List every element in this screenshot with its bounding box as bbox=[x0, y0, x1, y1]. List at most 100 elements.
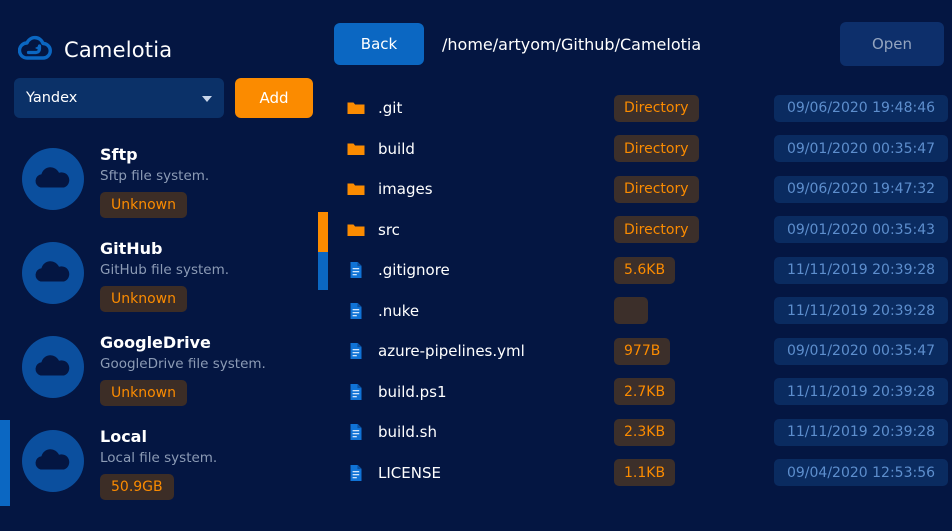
table-row[interactable]: build Directory 09/01/2020 00:35:47 bbox=[338, 129, 952, 170]
open-button[interactable]: Open bbox=[840, 22, 944, 66]
file-icon bbox=[347, 383, 365, 401]
file-date-cell: 09/04/2020 12:53:56 bbox=[774, 459, 952, 487]
provider-info: Sftp Sftp file system. Unknown bbox=[100, 138, 209, 218]
file-size-badge: 2.3KB bbox=[614, 418, 676, 446]
sidebar-scrollbar-thumb[interactable] bbox=[0, 420, 10, 506]
file-name: .git bbox=[378, 99, 403, 118]
main-panel: Back /home/artyom/Github/Camelotia Open … bbox=[328, 0, 952, 531]
sidebar: Camelotia Yandex Add Sftp Sftp file syst… bbox=[0, 0, 328, 531]
provider-name: GitHub bbox=[100, 239, 163, 258]
brand: Camelotia bbox=[0, 0, 328, 72]
file-size-cell: Directory bbox=[614, 216, 774, 244]
file-modified-badge: 09/04/2020 12:53:56 bbox=[774, 459, 948, 487]
provider-info: GitHub GitHub file system. Unknown bbox=[100, 232, 229, 312]
table-row[interactable]: build.ps1 2.7KB 11/11/2019 20:39:28 bbox=[338, 372, 952, 413]
table-row[interactable]: .git Directory 09/06/2020 19:48:46 bbox=[338, 88, 952, 129]
file-size-badge: 1.1KB bbox=[614, 459, 676, 487]
file-modified-badge: 09/01/2020 00:35:43 bbox=[774, 216, 948, 244]
file-modified-badge: 11/11/2019 20:39:28 bbox=[774, 297, 948, 325]
camelotia-window: Camelotia Yandex Add Sftp Sftp file syst… bbox=[0, 0, 952, 531]
current-path: /home/artyom/Github/Camelotia bbox=[442, 34, 702, 54]
file-size-cell bbox=[614, 297, 774, 325]
add-provider-button[interactable]: Add bbox=[235, 78, 313, 118]
file-date-cell: 11/11/2019 20:39:28 bbox=[774, 418, 952, 446]
table-row[interactable]: azure-pipelines.yml 977B 09/01/2020 00:3… bbox=[338, 331, 952, 372]
provider-select[interactable]: Yandex bbox=[14, 78, 224, 118]
table-row[interactable]: src Directory 09/01/2020 00:35:43 bbox=[338, 210, 952, 251]
file-modified-badge: 11/11/2019 20:39:28 bbox=[774, 256, 948, 284]
folder-icon bbox=[347, 99, 365, 117]
table-row[interactable]: .nuke 11/11/2019 20:39:28 bbox=[338, 291, 952, 332]
file-modified-badge: 11/11/2019 20:39:28 bbox=[774, 378, 948, 406]
toolbar: Back /home/artyom/Github/Camelotia Open bbox=[328, 0, 952, 88]
file-date-cell: 09/01/2020 00:35:43 bbox=[774, 216, 952, 244]
file-date-cell: 11/11/2019 20:39:28 bbox=[774, 378, 952, 406]
file-icon bbox=[347, 261, 365, 279]
provider-item-local[interactable]: Local Local file system. 50.9GB bbox=[0, 414, 328, 508]
file-name: LICENSE bbox=[378, 463, 441, 482]
cloud-logo-icon bbox=[17, 33, 52, 67]
provider-size-badge: Unknown bbox=[100, 380, 187, 406]
file-icon bbox=[347, 302, 365, 320]
provider-description: Sftp file system. bbox=[100, 168, 210, 184]
file-size-badge: Directory bbox=[614, 135, 699, 163]
provider-description: Local file system. bbox=[100, 450, 218, 466]
file-size-cell: Directory bbox=[614, 175, 774, 203]
provider-size-badge: Unknown bbox=[100, 286, 187, 312]
provider-name: Sftp bbox=[100, 145, 138, 164]
file-size-cell: 2.3KB bbox=[614, 418, 774, 446]
provider-item-github[interactable]: GitHub GitHub file system. Unknown bbox=[0, 226, 328, 320]
file-icon bbox=[347, 464, 365, 482]
file-date-cell: 09/06/2020 19:48:46 bbox=[774, 94, 952, 122]
file-size-badge bbox=[614, 297, 648, 325]
file-date-cell: 11/11/2019 20:39:28 bbox=[774, 256, 952, 284]
table-row[interactable]: images Directory 09/06/2020 19:47:32 bbox=[338, 169, 952, 210]
file-size-cell: 5.6KB bbox=[614, 256, 774, 284]
table-row[interactable]: .gitignore 5.6KB 11/11/2019 20:39:28 bbox=[338, 250, 952, 291]
file-list: .git Directory 09/06/2020 19:48:46 build… bbox=[328, 88, 952, 493]
provider-controls: Yandex Add bbox=[0, 72, 328, 118]
file-list-scrollbar-thumb[interactable] bbox=[318, 212, 328, 252]
file-name: images bbox=[378, 180, 433, 199]
file-modified-badge: 09/01/2020 00:35:47 bbox=[774, 135, 948, 163]
provider-description: GitHub file system. bbox=[100, 262, 230, 278]
provider-name: GoogleDrive bbox=[100, 333, 211, 352]
file-size-cell: 1.1KB bbox=[614, 459, 774, 487]
file-list-scrollbar-track[interactable] bbox=[318, 252, 328, 290]
provider-item-googledrive[interactable]: GoogleDrive GoogleDrive file system. Unk… bbox=[0, 320, 328, 414]
file-name: build bbox=[378, 139, 415, 158]
file-modified-badge: 11/11/2019 20:39:28 bbox=[774, 418, 948, 446]
chevron-down-icon bbox=[202, 96, 212, 102]
file-modified-badge: 09/06/2020 19:47:32 bbox=[774, 175, 948, 203]
file-name: .nuke bbox=[378, 301, 420, 320]
provider-size-badge: Unknown bbox=[100, 192, 187, 218]
file-size-cell: 2.7KB bbox=[614, 378, 774, 406]
file-name: build.sh bbox=[378, 423, 437, 442]
table-row[interactable]: build.sh 2.3KB 11/11/2019 20:39:28 bbox=[338, 412, 952, 453]
file-size-cell: Directory bbox=[614, 135, 774, 163]
file-modified-badge: 09/01/2020 00:35:47 bbox=[774, 337, 948, 365]
provider-info: GoogleDrive GoogleDrive file system. Unk… bbox=[100, 326, 266, 406]
file-name: azure-pipelines.yml bbox=[378, 342, 525, 361]
provider-list: Sftp Sftp file system. Unknown GitHub Gi… bbox=[0, 132, 328, 508]
table-row[interactable]: LICENSE 1.1KB 09/04/2020 12:53:56 bbox=[338, 453, 952, 494]
file-date-cell: 11/11/2019 20:39:28 bbox=[774, 297, 952, 325]
file-size-badge: Directory bbox=[614, 94, 699, 122]
folder-icon bbox=[347, 140, 365, 158]
file-date-cell: 09/06/2020 19:47:32 bbox=[774, 175, 952, 203]
provider-item-sftp[interactable]: Sftp Sftp file system. Unknown bbox=[0, 132, 328, 226]
app-title: Camelotia bbox=[64, 38, 173, 62]
file-size-cell: Directory bbox=[614, 94, 774, 122]
file-name: src bbox=[378, 220, 400, 239]
provider-info: Local Local file system. 50.9GB bbox=[100, 420, 217, 500]
file-date-cell: 09/01/2020 00:35:47 bbox=[774, 135, 952, 163]
file-size-badge: Directory bbox=[614, 175, 699, 203]
provider-size-badge: 50.9GB bbox=[100, 474, 174, 500]
provider-select-value: Yandex bbox=[26, 90, 78, 106]
file-name: .gitignore bbox=[378, 261, 450, 280]
provider-name: Local bbox=[100, 427, 147, 446]
file-icon bbox=[347, 423, 365, 441]
back-button[interactable]: Back bbox=[334, 23, 424, 65]
file-size-badge: Directory bbox=[614, 216, 699, 244]
file-size-badge: 2.7KB bbox=[614, 378, 676, 406]
